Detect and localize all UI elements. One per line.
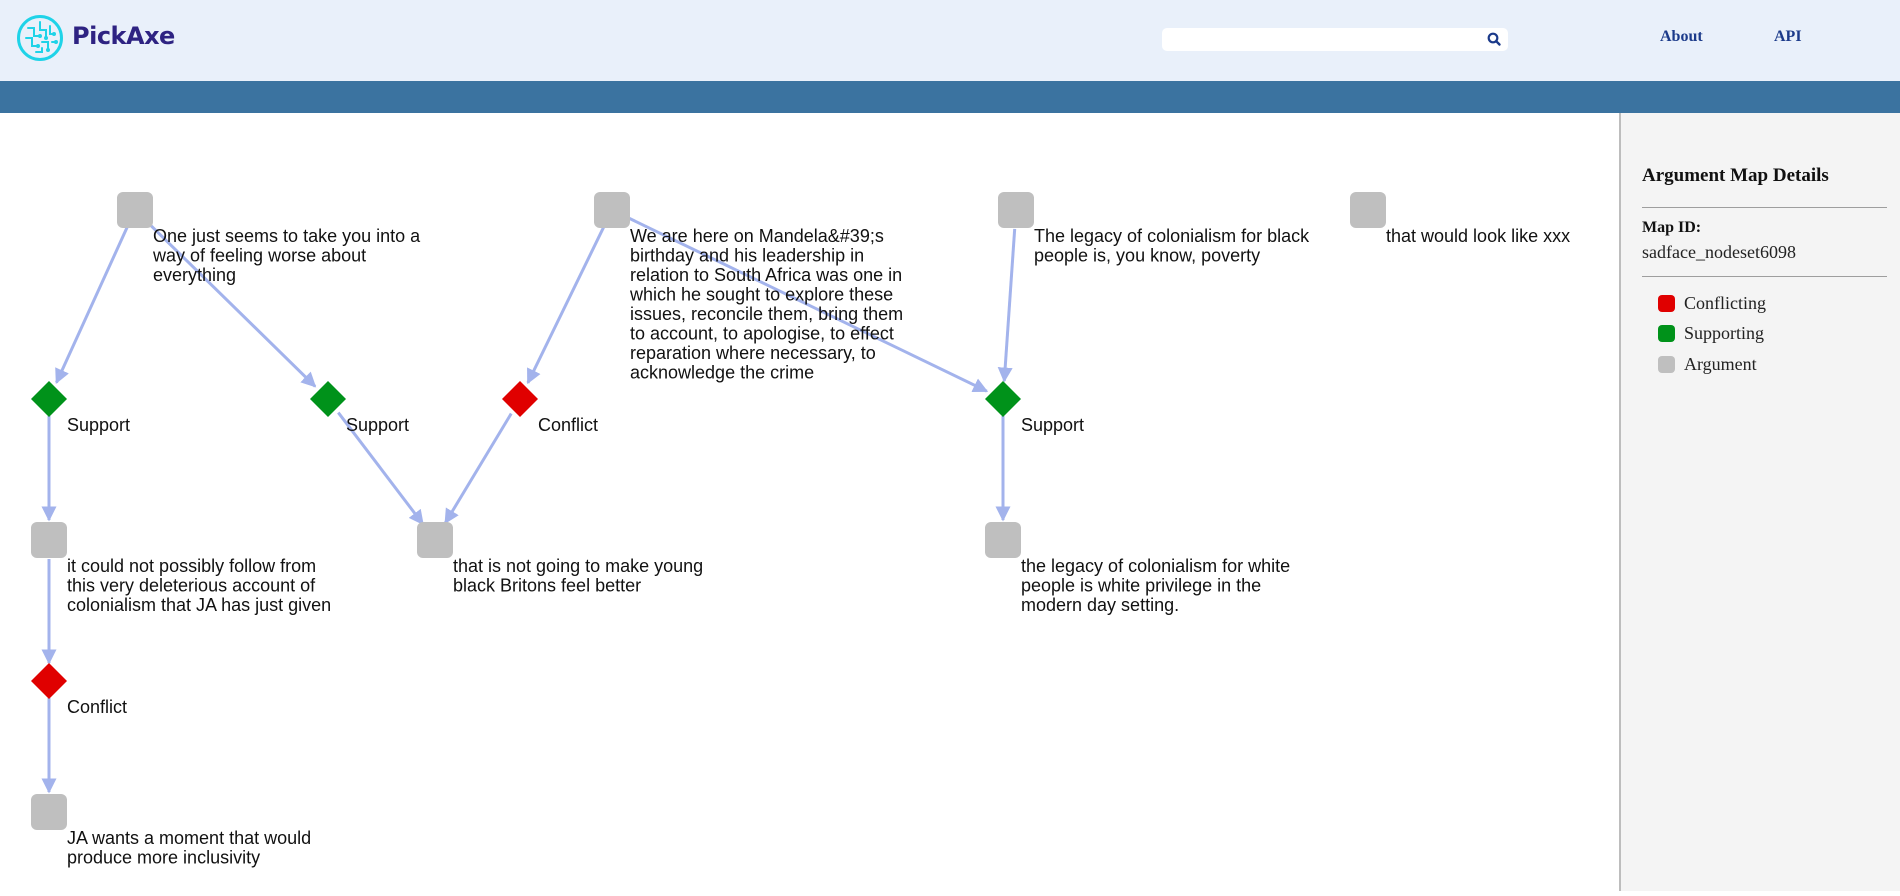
node-label-line: Support — [346, 415, 409, 435]
node-label-line: colonialism that JA has just given — [67, 595, 331, 615]
brand-name[interactable]: PickAxe — [72, 22, 175, 50]
argument-node[interactable]: the legacy of colonialism for whitepeopl… — [985, 522, 1290, 615]
legend-label: Argument — [1684, 354, 1757, 374]
node-label-line: that would look like xxx — [1386, 226, 1570, 246]
argument-map-canvas: One just seems to take you into a way of … — [0, 113, 1619, 891]
pickaxe-logo-icon[interactable] — [16, 14, 64, 62]
node-label-line: to account, to apologise, to effect — [630, 324, 894, 344]
node-label-line: Support — [67, 415, 130, 435]
node-label-line: One just seems to take you into a — [153, 226, 421, 246]
conflict-node[interactable]: Conflict — [31, 663, 127, 717]
node-label-line: people is white privilege in the — [1021, 576, 1261, 596]
node-label-line: which he sought to explore these — [629, 285, 893, 305]
node-label-line: people is, you know, poverty — [1034, 246, 1260, 266]
conflict-diamond-icon[interactable] — [502, 381, 538, 417]
node-label-line: JA wants a moment that would — [67, 828, 311, 848]
argument-square-icon[interactable] — [1350, 192, 1386, 228]
node-label-line: relation to South Africa was one in — [630, 265, 902, 285]
support-node[interactable]: Support — [31, 381, 130, 435]
node-label-line: modern day setting. — [1021, 595, 1179, 615]
argument-square-icon[interactable] — [31, 522, 67, 558]
support-diamond-icon[interactable] — [985, 381, 1021, 417]
argument-node[interactable]: We are here on Mandela&#39;sbirthday and… — [594, 192, 903, 383]
argument-square-icon[interactable] — [117, 192, 153, 228]
supporting-swatch-icon — [1658, 325, 1675, 342]
map-id-label: Map ID: — [1642, 219, 1702, 236]
edge-a2-c1 — [526, 226, 606, 385]
toolbar-band — [0, 81, 1900, 113]
divider — [1642, 276, 1887, 277]
sidebar-title: Argument Map Details — [1642, 165, 1829, 186]
argument-node[interactable]: it could not possibly follow fromthis ve… — [31, 522, 331, 615]
node-label-line: the legacy of colonialism for white — [1021, 556, 1290, 576]
argument-swatch-icon — [1658, 356, 1675, 373]
argument-square-icon[interactable] — [31, 794, 67, 830]
argument-node[interactable]: The legacy of colonialism for blackpeopl… — [998, 192, 1310, 266]
conflicting-swatch-icon — [1658, 295, 1675, 312]
argument-map-graph: One just seems to take you into away of … — [31, 192, 1570, 868]
node-label-line: We are here on Mandela&#39;s — [630, 226, 884, 246]
node-label-line: acknowledge the crime — [630, 363, 814, 383]
argument-square-icon[interactable] — [998, 192, 1034, 228]
node-label-line: Support — [1021, 415, 1084, 435]
node-label-line: produce more inclusivity — [67, 848, 260, 868]
node-label-line: that is not going to make young — [453, 556, 703, 576]
details-sidebar: Argument Map Details Map ID: sadface_nod… — [1619, 113, 1900, 891]
node-label-line: birthday and his leadership in — [630, 246, 864, 266]
node-label-line: reparation where necessary, to — [630, 343, 876, 363]
node-label-line: issues, reconcile them, bring them — [630, 304, 903, 324]
header: PickAxe About API — [0, 0, 1900, 81]
argument-node[interactable]: that is not going to make youngblack Bri… — [417, 522, 703, 596]
argument-square-icon[interactable] — [985, 522, 1021, 558]
node-label-line: this very deleterious account of — [67, 576, 316, 596]
argument-square-icon[interactable] — [417, 522, 453, 558]
legend-label: Supporting — [1684, 323, 1765, 343]
argument-node[interactable]: JA wants a moment that wouldproduce more… — [31, 794, 311, 868]
search-icon[interactable] — [1486, 31, 1502, 47]
node-label-line: way of feeling worse about — [152, 246, 366, 266]
support-diamond-icon[interactable] — [31, 381, 67, 417]
argument-node[interactable]: One just seems to take you into away of … — [117, 192, 421, 285]
support-diamond-icon[interactable] — [310, 381, 346, 417]
argument-square-icon[interactable] — [594, 192, 630, 228]
argument-node[interactable]: that would look like xxx — [1350, 192, 1570, 246]
node-label-line: Conflict — [538, 415, 598, 435]
node-label-line: Conflict — [67, 697, 127, 717]
edge-c1-a6 — [444, 412, 513, 525]
support-node[interactable]: Support — [310, 381, 409, 435]
conflict-node[interactable]: Conflict — [502, 381, 598, 435]
edge-a3-s3 — [997, 228, 1017, 383]
legend-label: Conflicting — [1684, 293, 1766, 313]
node-label-line: everything — [153, 265, 236, 285]
node-label-line: it could not possibly follow from — [67, 556, 316, 576]
conflict-diamond-icon[interactable] — [31, 663, 67, 699]
support-node[interactable]: Support — [985, 381, 1084, 435]
search-input[interactable] — [1168, 30, 1472, 50]
divider — [1642, 207, 1887, 208]
nav-api-link[interactable]: API — [1774, 28, 1802, 46]
nav-about-link[interactable]: About — [1660, 28, 1703, 46]
node-label-line: black Britons feel better — [453, 576, 641, 596]
node-label-line: The legacy of colonialism for black — [1034, 226, 1310, 246]
map-id-value: sadface_nodeset6098 — [1642, 242, 1796, 262]
search-box — [1162, 28, 1508, 51]
edge-a1-s1 — [55, 226, 129, 384]
